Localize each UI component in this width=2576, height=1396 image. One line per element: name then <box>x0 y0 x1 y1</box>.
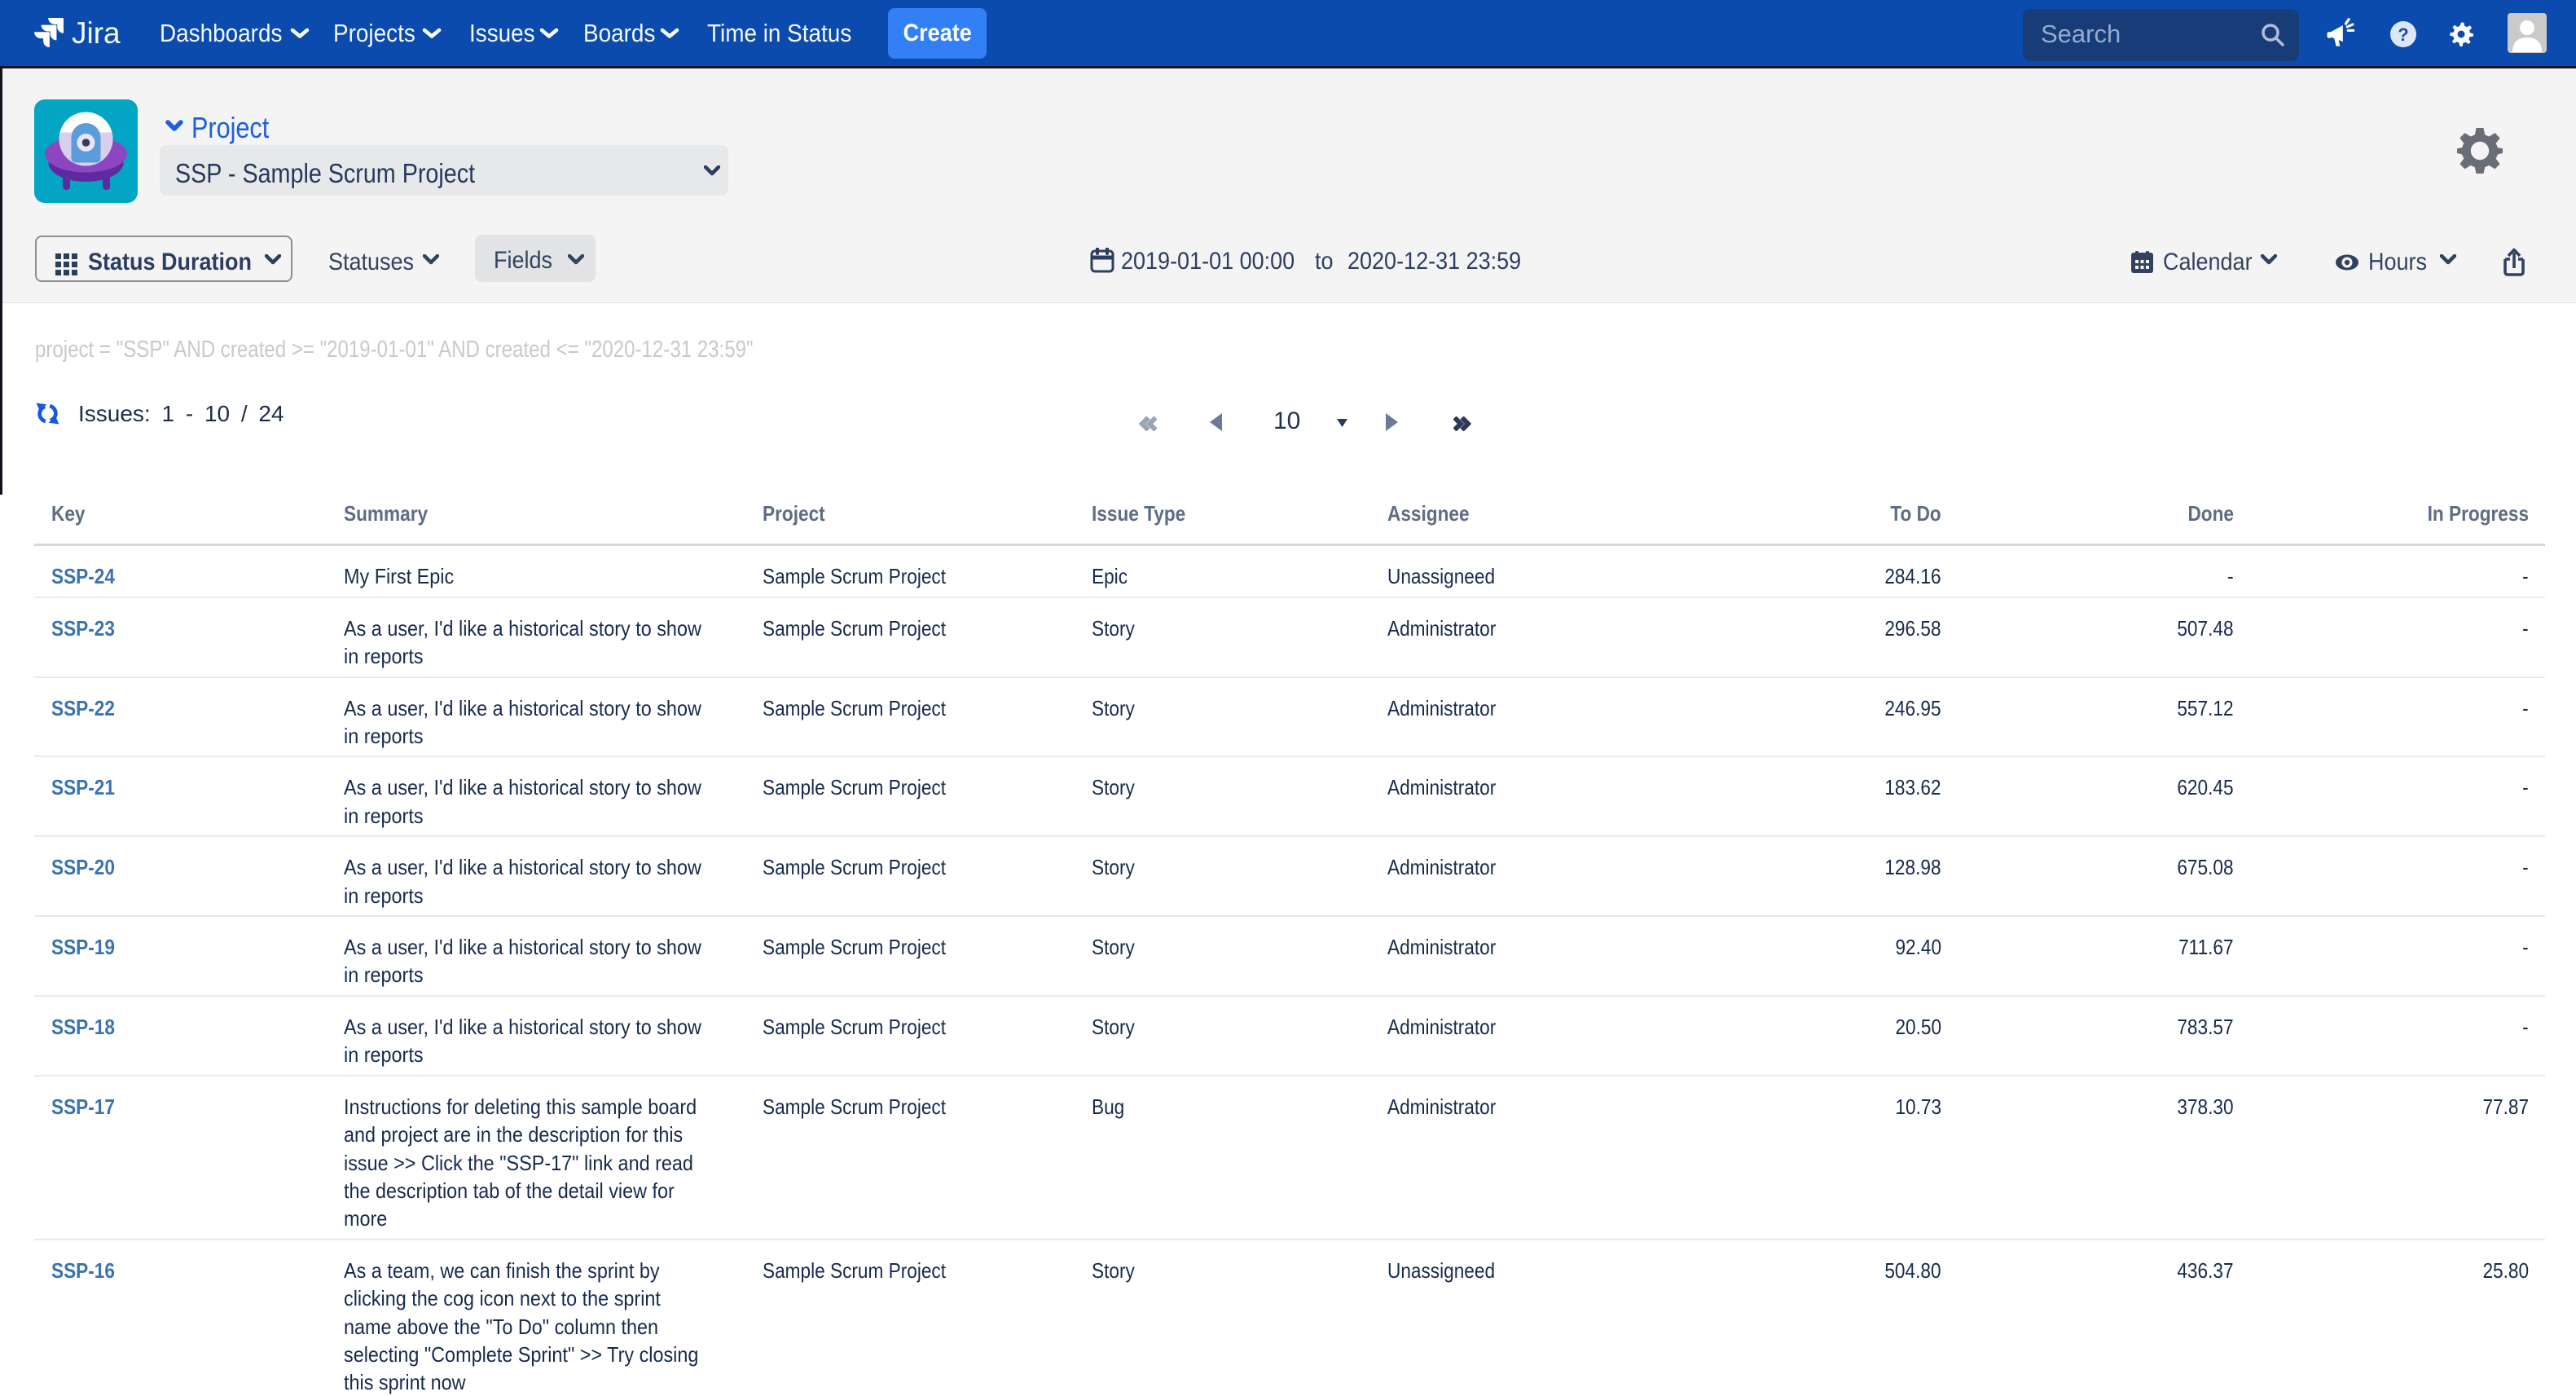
svg-text:?: ? <box>2398 24 2408 45</box>
